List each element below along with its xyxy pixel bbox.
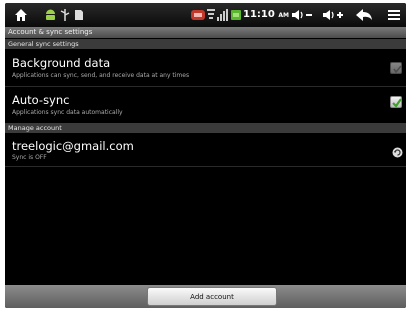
section-header-label: General sync settings	[8, 40, 79, 48]
android-icon	[45, 7, 56, 23]
signal-icon	[217, 7, 229, 23]
background-data-subtitle: Applications can sync, send, and receive…	[12, 72, 190, 79]
device-screen: 11:10 AM Account & sync settings General…	[5, 3, 406, 308]
auto-sync-row[interactable]: Auto-sync Applications sync data automat…	[5, 87, 406, 124]
background-data-checkbox[interactable]	[390, 62, 402, 74]
usb-icon	[60, 7, 70, 23]
title-bar: Account & sync settings	[5, 27, 406, 38]
section-header-label: Manage account	[8, 124, 62, 132]
background-data-title: Background data	[12, 56, 111, 70]
bottom-bar: Add account	[5, 285, 406, 308]
account-email: treelogic@gmail.com	[12, 139, 134, 153]
manage-account-section-header: Manage account	[5, 123, 406, 133]
wifi-icon	[207, 7, 215, 23]
general-sync-section-header: General sync settings	[5, 39, 406, 49]
auto-sync-subtitle: Applications sync data automatically	[12, 109, 123, 116]
status-bar: 11:10 AM	[5, 3, 406, 27]
volume-down-icon[interactable]	[291, 7, 313, 23]
account-sync-status: Sync is OFF	[12, 154, 47, 161]
sd-card-icon	[74, 7, 84, 23]
clock: 11:10 AM	[243, 9, 289, 20]
page-title: Account & sync settings	[8, 28, 93, 36]
auto-sync-title: Auto-sync	[12, 93, 70, 107]
battery-icon	[231, 7, 241, 23]
menu-icon[interactable]	[388, 7, 400, 23]
add-account-button[interactable]: Add account	[147, 287, 277, 306]
volume-up-icon[interactable]	[322, 7, 344, 23]
warning-icon	[191, 7, 205, 23]
account-row[interactable]: treelogic@gmail.com Sync is OFF	[5, 133, 406, 167]
home-icon[interactable]	[14, 7, 28, 23]
sync-off-icon	[392, 143, 403, 162]
background-data-row[interactable]: Background data Applications can sync, s…	[5, 49, 406, 87]
back-icon[interactable]	[355, 7, 373, 23]
auto-sync-checkbox[interactable]	[390, 96, 402, 108]
